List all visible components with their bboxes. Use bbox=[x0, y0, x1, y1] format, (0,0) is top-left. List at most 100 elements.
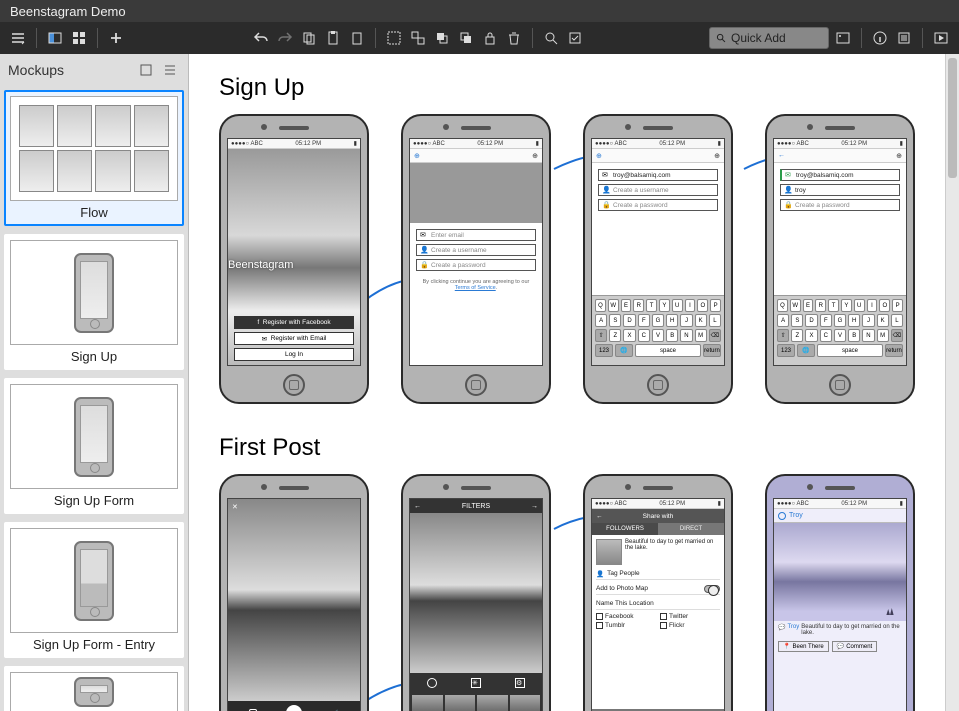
mockup-item-signup-form[interactable]: Sign Up Form bbox=[4, 378, 184, 514]
password-field[interactable]: 🔒Create a password bbox=[780, 199, 900, 211]
username-field[interactable]: 👤Create a username bbox=[416, 244, 536, 256]
home-button[interactable] bbox=[647, 374, 669, 396]
login-button[interactable]: Log In bbox=[234, 348, 354, 361]
password-field[interactable]: 🔒Create a password bbox=[598, 199, 718, 211]
name-location[interactable]: Name This Location bbox=[596, 598, 720, 610]
home-button[interactable] bbox=[829, 374, 851, 396]
sidebar-list-icon[interactable] bbox=[160, 60, 180, 80]
phone-signup-entry-1[interactable]: ●●●●○ ABC05:12 PM▮ ⊕⊕ ✉troy@balsamiq.com… bbox=[583, 114, 733, 404]
section-signup-title: Sign Up bbox=[219, 74, 915, 102]
ungroup-icon[interactable] bbox=[408, 28, 428, 48]
kb-row-2: ASDFGHJKL bbox=[595, 314, 721, 327]
quick-add-input[interactable]: Quick Add bbox=[709, 27, 829, 49]
mockup-item-signup-form-entry[interactable]: Sign Up Form - Entry bbox=[4, 522, 184, 658]
bring-front-icon[interactable] bbox=[432, 28, 452, 48]
kb-row-3b: ⇧ZXCVBNM⌫ bbox=[777, 329, 903, 342]
markup-icon[interactable] bbox=[565, 28, 585, 48]
quick-add-placeholder: Quick Add bbox=[731, 31, 786, 45]
brand-label: Beenstagram bbox=[228, 259, 293, 271]
undo-icon[interactable] bbox=[251, 28, 271, 48]
username-field[interactable]: 👤troy bbox=[780, 184, 900, 196]
phone-share[interactable]: ●●●●○ ABC05:12 PM▮ ←Share with FOLLOWERS… bbox=[583, 474, 733, 711]
brightness-icon[interactable]: ✳ bbox=[471, 678, 481, 688]
firstpost-row: ✕ 📹 ←FILTERS→ bbox=[219, 474, 915, 711]
register-email-button[interactable]: ✉ Register with Email bbox=[234, 332, 354, 345]
back-icon[interactable]: ⊕ bbox=[414, 152, 420, 160]
lock-icon[interactable] bbox=[480, 28, 500, 48]
mockup-item-flow[interactable]: Flow bbox=[4, 90, 184, 226]
tab-direct[interactable]: DIRECT bbox=[658, 523, 724, 535]
trash-icon[interactable] bbox=[504, 28, 524, 48]
register-fb-button[interactable]: f Register with Facebook bbox=[234, 316, 354, 329]
sidebar-title: Mockups bbox=[8, 62, 64, 78]
password-field[interactable]: 🔒Create a password bbox=[416, 259, 536, 271]
home-button[interactable] bbox=[465, 374, 487, 396]
info-icon[interactable] bbox=[870, 28, 890, 48]
shutter-button[interactable] bbox=[286, 705, 302, 711]
adjust-icon[interactable] bbox=[427, 678, 437, 688]
phone-camera[interactable]: ✕ 📹 bbox=[219, 474, 369, 711]
mockup-item-partial[interactable] bbox=[4, 666, 184, 711]
settings-icon[interactable]: ⚙ bbox=[515, 678, 525, 688]
share-services: FacebookTwitterTumblrFlickr bbox=[596, 613, 720, 629]
app-title: Beenstagram Demo bbox=[10, 4, 126, 19]
sidebar-view-icon[interactable] bbox=[136, 60, 156, 80]
back-icon[interactable]: ← bbox=[414, 503, 421, 510]
forward-icon[interactable]: ⊕ bbox=[532, 152, 538, 160]
add-icon[interactable] bbox=[106, 28, 126, 48]
paste-icon[interactable] bbox=[323, 28, 343, 48]
signup-row: ●●●●○ ABC05:12 PM▮ Beenstagram f Registe… bbox=[219, 114, 915, 404]
phone-filters[interactable]: ←FILTERS→ ✳ ⚙ NORMALESPRESSOMACHIATOLATT… bbox=[401, 474, 551, 711]
comment-button[interactable]: 💬Comment bbox=[832, 641, 878, 652]
kb-row-1: QWERTYUIOP bbox=[595, 299, 721, 312]
clipboard-icon[interactable] bbox=[347, 28, 367, 48]
username-field[interactable]: 👤Create a username bbox=[598, 184, 718, 196]
vertical-scrollbar[interactable] bbox=[945, 54, 959, 711]
close-icon[interactable]: ✕ bbox=[232, 503, 242, 513]
mockups-list: Flow Sign Up Sign Up Form Sign Up Form -… bbox=[0, 86, 188, 711]
home-button[interactable] bbox=[283, 374, 305, 396]
main-toolbar: Quick Add bbox=[0, 22, 959, 54]
send-back-icon[interactable] bbox=[456, 28, 476, 48]
kb-row-1b: QWERTYUIOP bbox=[777, 299, 903, 312]
been-there-button[interactable]: 📍Been There bbox=[778, 641, 829, 652]
zoom-icon[interactable] bbox=[541, 28, 561, 48]
share-thumbnail bbox=[596, 539, 622, 565]
mockups-sidebar: Mockups Flow Sign Up Sign Up Form Sign U… bbox=[0, 54, 189, 711]
filter-list[interactable]: NORMALESPRESSOMACHIATOLATTE bbox=[410, 693, 542, 711]
keyboard[interactable]: QWERTYUIOP ASDFGHJKL ⇧ZXCVBNM⌫ 123🌐space… bbox=[774, 295, 906, 365]
tag-people[interactable]: 👤Tag People bbox=[596, 568, 720, 580]
tab-followers[interactable]: FOLLOWERS bbox=[592, 523, 658, 535]
next-icon[interactable]: → bbox=[531, 503, 538, 510]
back-icon[interactable]: ← bbox=[596, 513, 603, 520]
redo-icon[interactable] bbox=[275, 28, 295, 48]
email-field[interactable]: ✉Enter email bbox=[416, 229, 536, 241]
copy-icon[interactable] bbox=[299, 28, 319, 48]
email-field[interactable]: ✉troy@balsamiq.com bbox=[780, 169, 900, 181]
phone-signup-entry-2[interactable]: ●●●●○ ABC05:12 PM▮ ←⊕ ✉troy@balsamiq.com… bbox=[765, 114, 915, 404]
present-icon[interactable] bbox=[931, 28, 951, 48]
avatar-icon[interactable] bbox=[778, 512, 786, 520]
tos-text: By clicking continue you are agreeing to… bbox=[410, 277, 542, 293]
kb-row-2b: ASDFGHJKL bbox=[777, 314, 903, 327]
grid-view-icon[interactable] bbox=[69, 28, 89, 48]
feed-image[interactable] bbox=[774, 523, 906, 621]
section-firstpost-title: First Post bbox=[219, 434, 915, 462]
title-bar: Beenstagram Demo bbox=[0, 0, 959, 22]
email-field[interactable]: ✉troy@balsamiq.com bbox=[598, 169, 718, 181]
library-icon[interactable] bbox=[833, 28, 853, 48]
caption-text[interactable]: Beautiful to day to get married on the l… bbox=[625, 539, 720, 565]
menu-icon[interactable] bbox=[8, 28, 28, 48]
mockup-item-signup[interactable]: Sign Up bbox=[4, 234, 184, 370]
properties-icon[interactable] bbox=[894, 28, 914, 48]
keyboard[interactable]: QWERTYUIOP ASDFGHJKL ⇧ZXCVBNM⌫ 123🌐space… bbox=[592, 295, 724, 365]
photo-map-toggle[interactable]: Add to Photo Map bbox=[596, 583, 720, 595]
phone-feed[interactable]: ●●●●○ ABC05:12 PM▮ Troy 💬 Troy Beautiful… bbox=[765, 474, 915, 711]
phone-signup-form[interactable]: ●●●●○ ABC05:12 PM▮ ⊕⊕ ✉Enter email 👤Crea… bbox=[401, 114, 551, 404]
feed-username[interactable]: Troy bbox=[789, 512, 803, 519]
canvas[interactable]: Sign Up ●●●●○ ABC05:12 PM▮ Beenstagram f… bbox=[189, 54, 945, 711]
phone-landing[interactable]: ●●●●○ ABC05:12 PM▮ Beenstagram f Registe… bbox=[219, 114, 369, 404]
group-icon[interactable] bbox=[384, 28, 404, 48]
panel-left-icon[interactable] bbox=[45, 28, 65, 48]
kb-row-3: ⇧ZXCVBNM⌫ bbox=[595, 329, 721, 342]
